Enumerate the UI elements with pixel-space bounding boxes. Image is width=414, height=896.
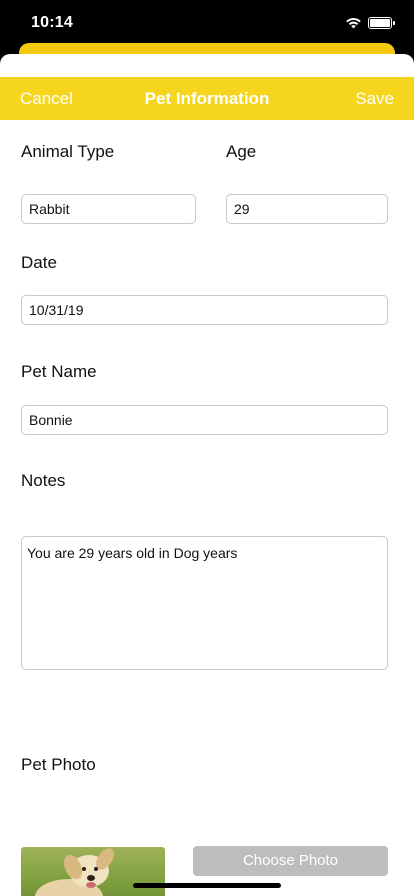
dog-photo-icon — [35, 848, 114, 896]
battery-icon — [368, 16, 395, 29]
notes-label: Notes — [21, 471, 66, 490]
pet-photo-image — [21, 847, 165, 896]
age-field[interactable]: 29 — [226, 194, 388, 224]
date-field[interactable]: 10/31/19 — [21, 295, 388, 325]
pet-photo-label: Pet Photo — [21, 755, 96, 774]
nav-bar: Cancel Pet Information Save — [0, 77, 414, 120]
home-indicator — [133, 883, 281, 888]
choose-photo-button[interactable]: Choose Photo — [193, 846, 388, 876]
pet-name-field[interactable]: Bonnie — [21, 405, 388, 435]
nav-title: Pet Information — [144, 89, 270, 108]
status-time: 10:14 — [31, 14, 73, 31]
pet-name-label: Pet Name — [21, 362, 97, 381]
status-bar: 10:14 — [0, 0, 414, 46]
animal-type-field[interactable]: Rabbit — [21, 194, 196, 224]
save-button[interactable]: Save — [355, 89, 394, 109]
pet-information-sheet: Cancel Pet Information Save Animal Type … — [0, 54, 414, 896]
notes-textarea[interactable]: You are 29 years old in Dog years — [21, 536, 388, 670]
status-icons — [345, 16, 395, 29]
age-label: Age — [226, 142, 257, 161]
date-label: Date — [21, 253, 57, 272]
animal-type-label: Animal Type — [21, 142, 115, 161]
wifi-icon — [346, 18, 361, 29]
